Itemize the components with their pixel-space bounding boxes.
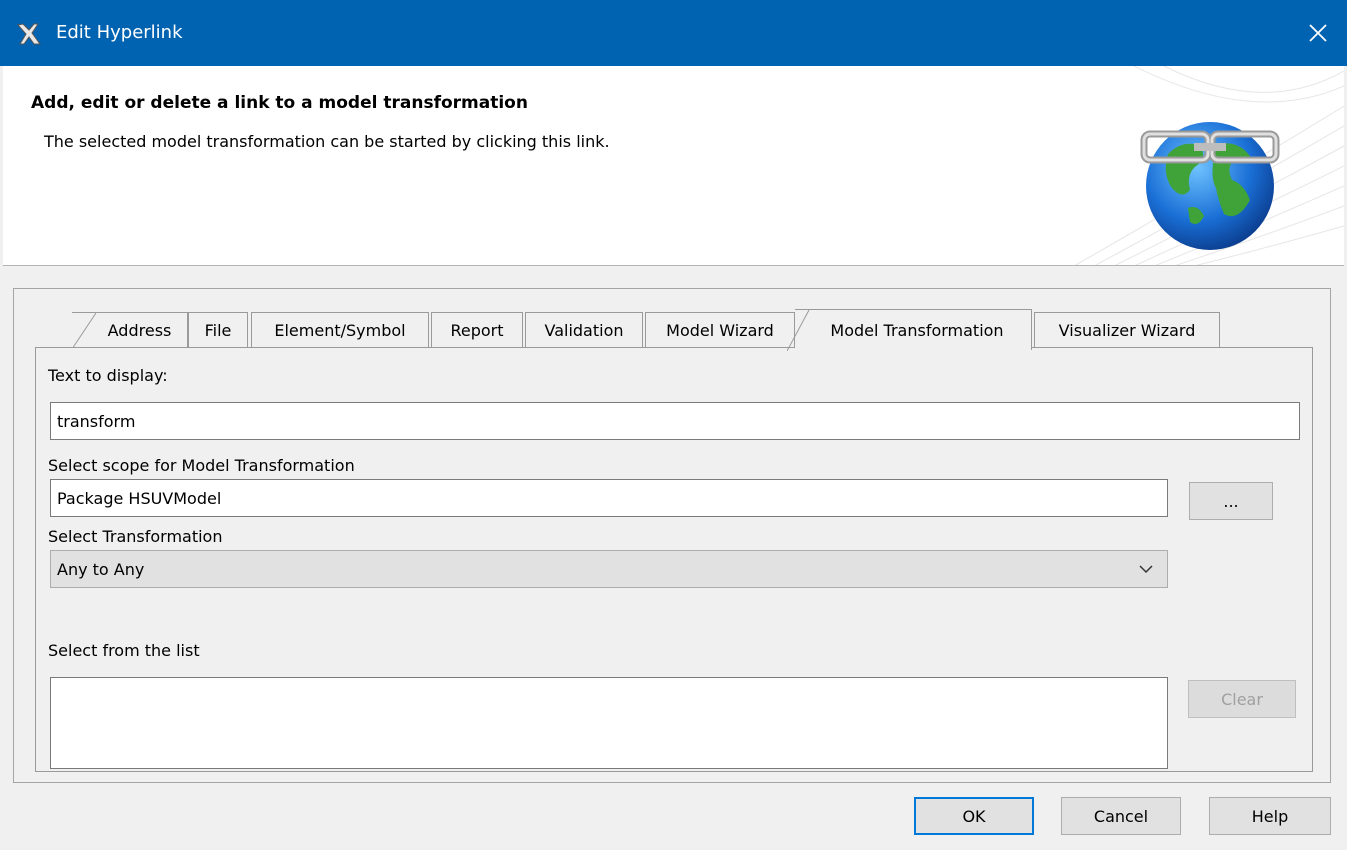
tab-label: File [204, 321, 232, 340]
tab-model-transformation[interactable]: Model Transformation [787, 309, 1032, 351]
scope-input[interactable]: Package HSUVModel [50, 479, 1168, 517]
tab-label: Model Transformation [830, 320, 1004, 340]
scope-label: Select scope for Model Transformation [48, 456, 355, 475]
tab-label: Element/Symbol [274, 321, 406, 340]
text-to-display-input[interactable]: transform [50, 402, 1300, 440]
tab-label: Model Wizard [666, 321, 774, 340]
title-bar: Edit Hyperlink [0, 0, 1347, 66]
transformation-label: Select Transformation [48, 527, 223, 546]
tab-element-symbol[interactable]: Element/Symbol [251, 312, 429, 348]
transformation-selected-value: Any to Any [57, 559, 145, 579]
close-icon [1309, 24, 1327, 42]
text-to-display-label: Text to display: [48, 366, 168, 385]
tab-slant [787, 310, 810, 351]
tab-label: Visualizer Wizard [1058, 321, 1196, 340]
tab-label: Address [107, 321, 172, 340]
transformation-select[interactable]: Any to Any [50, 550, 1168, 588]
ok-button[interactable]: OK [914, 797, 1034, 835]
list-label: Select from the list [48, 641, 200, 660]
window-title: Edit Hyperlink [56, 22, 183, 43]
clear-button[interactable]: Clear [1188, 680, 1296, 718]
magicdraw-icon [17, 23, 41, 45]
header-banner: Add, edit or delete a link to a model tr… [3, 66, 1344, 266]
browse-scope-button[interactable]: ... [1189, 482, 1273, 520]
globe-link-icon [1140, 122, 1280, 250]
model-transformation-tab-content: Text to display: transform Select scope … [35, 347, 1313, 772]
banner-subheading: The selected model transformation can be… [44, 132, 610, 151]
close-button[interactable] [1289, 0, 1347, 66]
tab-label: Report [450, 321, 504, 340]
tab-label: Validation [544, 321, 624, 340]
chevron-down-icon [1139, 565, 1153, 574]
tab-address[interactable]: Address [72, 312, 188, 349]
banner-heading: Add, edit or delete a link to a model tr… [31, 93, 528, 113]
tab-model-wizard[interactable]: Model Wizard [645, 312, 795, 348]
cancel-button[interactable]: Cancel [1061, 797, 1181, 835]
tab-report[interactable]: Report [431, 312, 523, 348]
tab-file[interactable]: File [188, 312, 248, 348]
tab-visualizer-wizard[interactable]: Visualizer Wizard [1034, 312, 1220, 348]
help-button[interactable]: Help [1209, 797, 1331, 835]
tab-validation[interactable]: Validation [525, 312, 643, 348]
transformation-list[interactable] [50, 677, 1168, 769]
tab-slant [72, 313, 96, 349]
